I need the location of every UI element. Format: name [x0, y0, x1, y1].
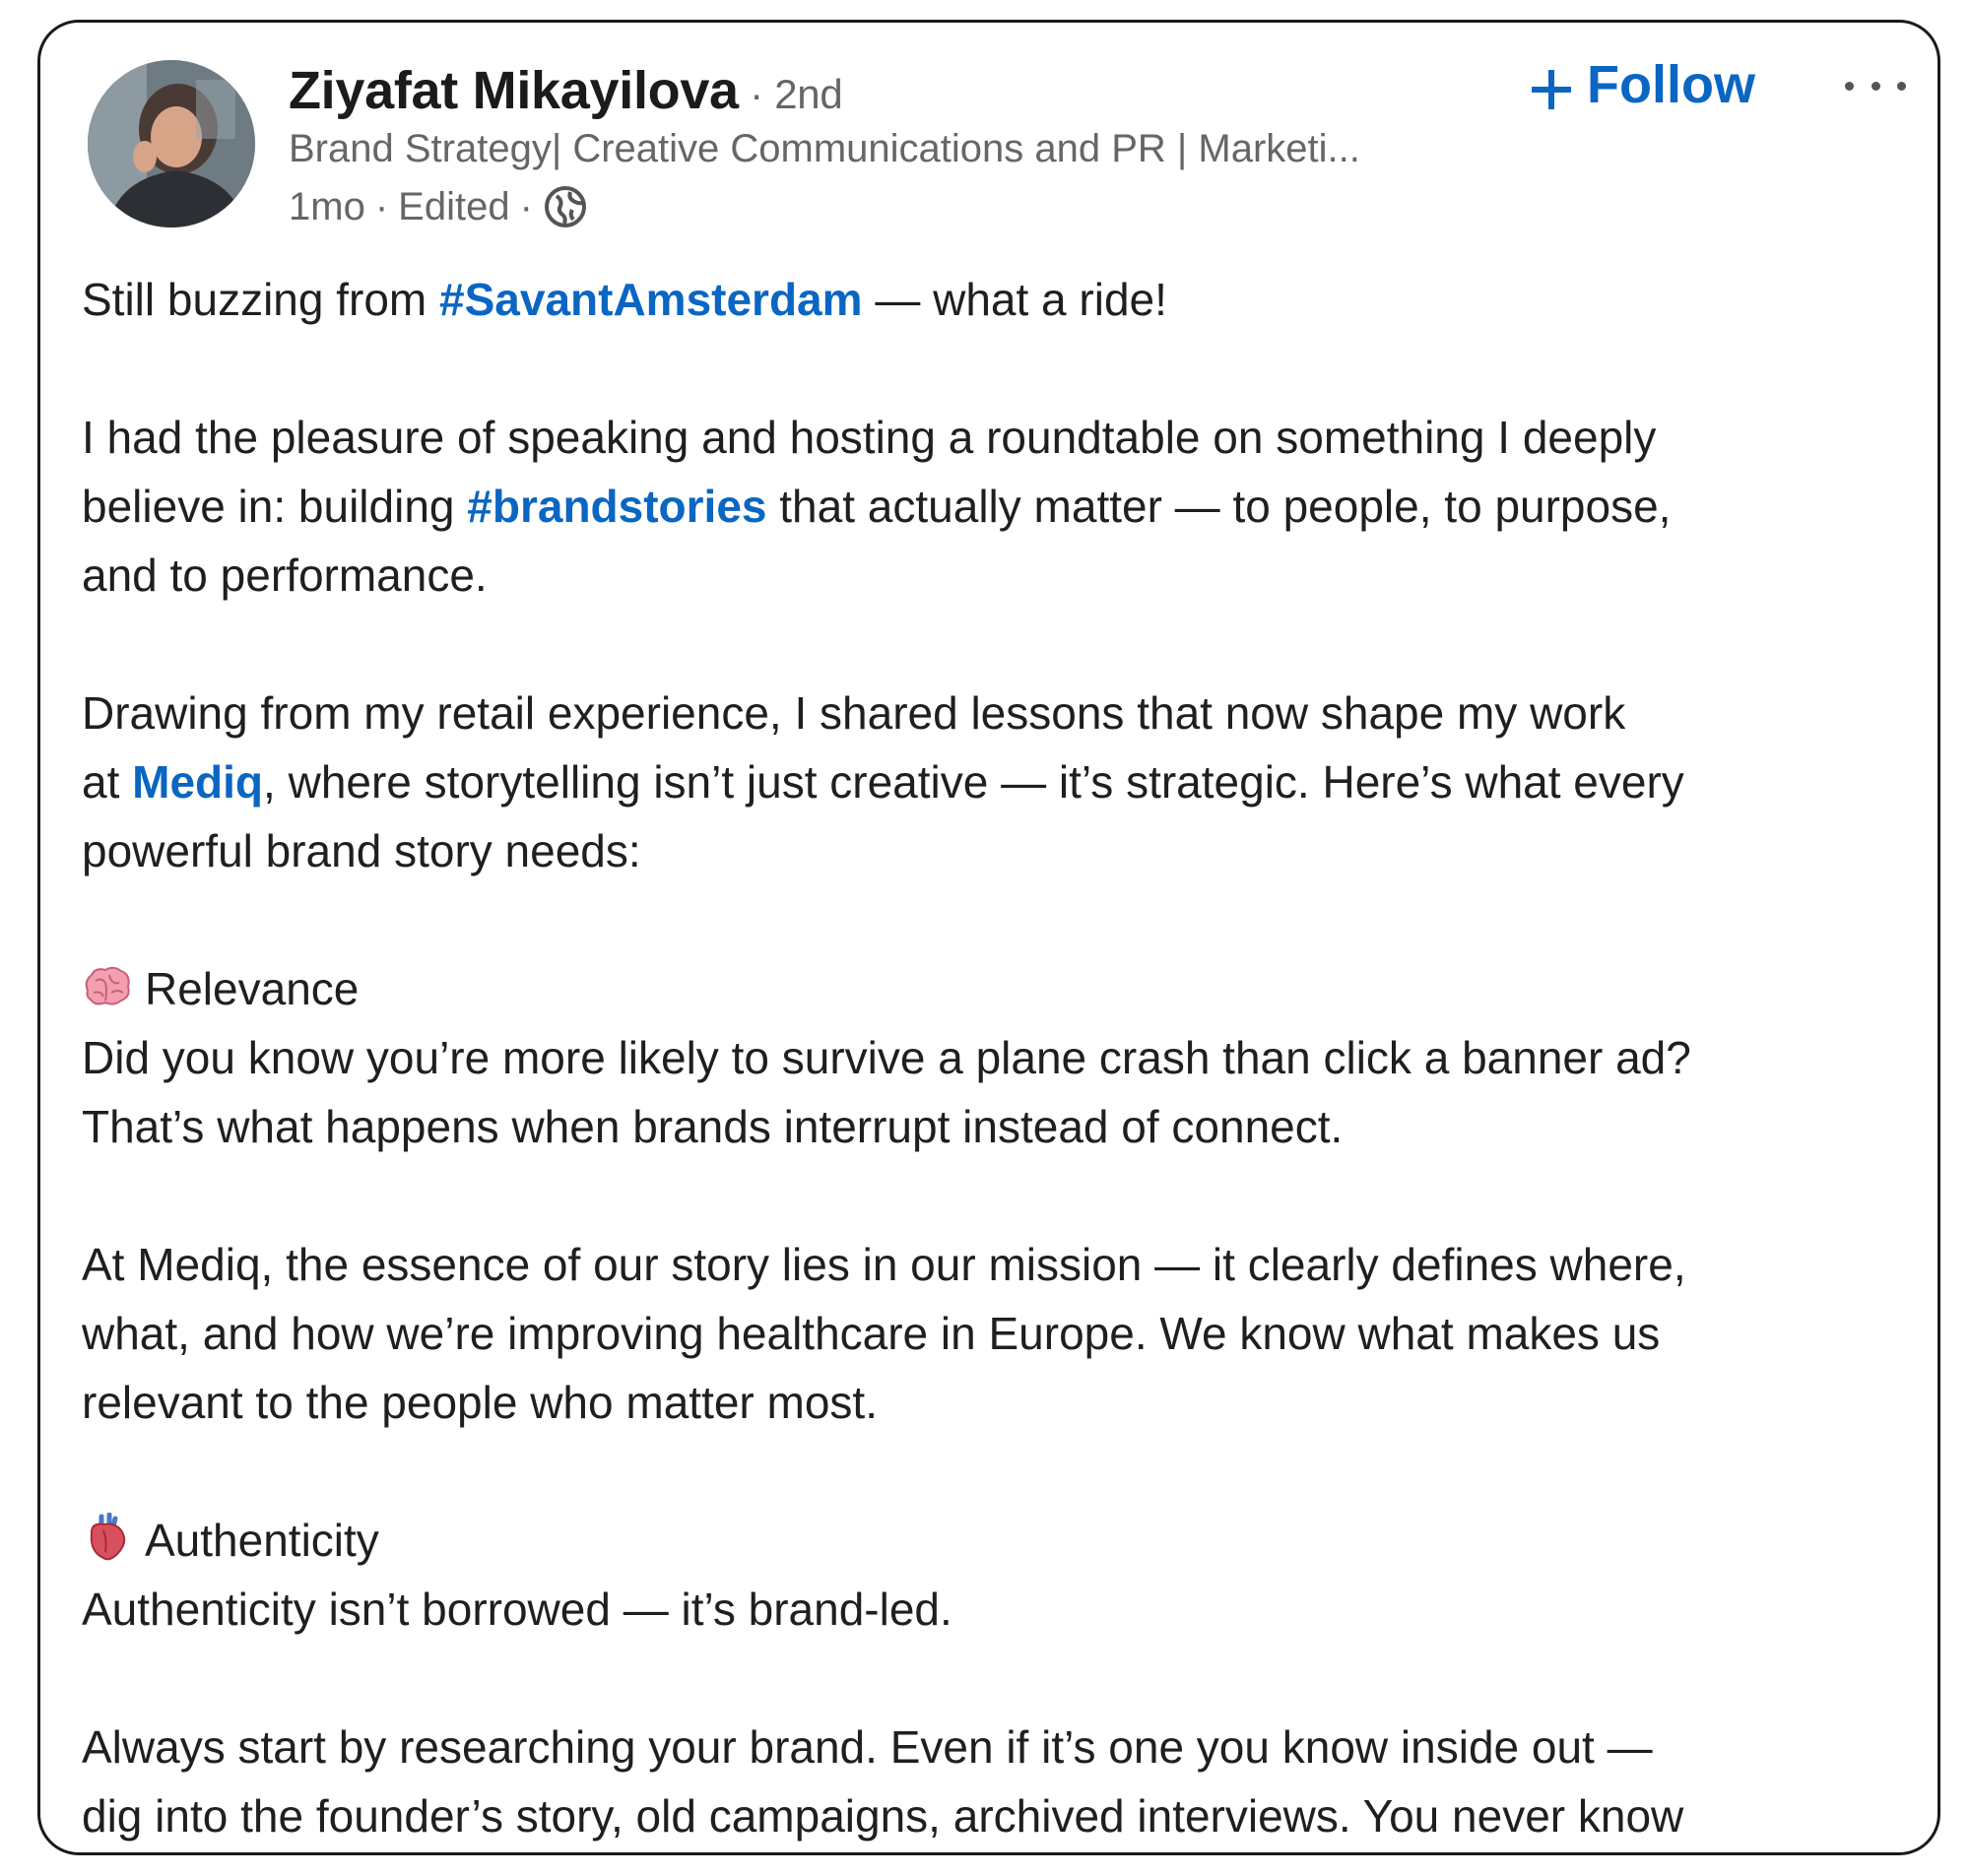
author-headline: Brand Strategy| Creative Communications … [289, 127, 1360, 170]
section-heading: Relevance [82, 954, 1914, 1023]
post-time[interactable]: 1mo [289, 185, 365, 229]
more-options-icon-dot [1871, 81, 1880, 91]
text: Still buzzing from [82, 274, 440, 325]
hashtag-link[interactable]: #SavantAmsterdam [439, 274, 863, 325]
post-line: Did you know you’re more likely to survi… [82, 1032, 1691, 1083]
plus-icon [1530, 63, 1573, 109]
text: at [82, 756, 133, 808]
brain-icon [82, 961, 133, 1012]
follow-button[interactable]: Follow [1530, 54, 1755, 115]
meta-separator: · [519, 184, 533, 228]
avatar[interactable] [88, 60, 255, 227]
connection-degree: · 2nd [738, 71, 843, 117]
globe-icon [543, 184, 588, 229]
avatar-image [88, 60, 255, 227]
post-line: powerful brand story needs: [82, 825, 641, 876]
more-options-icon-dot [1897, 81, 1906, 91]
author-name-text[interactable]: Ziyafat Mikayilova [289, 61, 739, 120]
text: that actually matter — to people, to pur… [766, 481, 1672, 532]
post-line: I had the pleasure of speaking and hosti… [82, 412, 1657, 463]
post-line: Always start by researching your brand. … [82, 1721, 1653, 1773]
follow-label: Follow [1587, 55, 1755, 114]
post-line: At Mediq, the essence of our story lies … [82, 1239, 1686, 1290]
post-line: That’s what happens when brands interrup… [82, 1101, 1344, 1152]
post-card: Ziyafat Mikayilova · 2nd Brand Strategy|… [37, 20, 1940, 1855]
section-title: Relevance [145, 963, 360, 1014]
post-line: relevant to the people who matter most. [82, 1377, 878, 1428]
more-options-icon [1845, 81, 1854, 91]
post-line: Authenticity isn’t borrowed — it’s brand… [82, 1584, 952, 1635]
edited-label: Edited [398, 184, 510, 228]
anatomical-heart-icon [82, 1512, 133, 1564]
post-line: at Mediq, where storytelling isn’t just … [82, 747, 1914, 816]
post-body: Still buzzing from #SavantAmsterdam — wh… [82, 265, 1914, 1850]
hashtag-link[interactable]: #brandstories [467, 481, 766, 532]
text: — what a ride! [862, 274, 1167, 325]
meta-separator: · [374, 184, 389, 228]
more-options-button[interactable] [1845, 66, 1906, 105]
post-line: and to performance. [82, 550, 488, 601]
post-line: dig into the founder’s story, old campai… [82, 1790, 1684, 1842]
post-line: Drawing from my retail experience, I sha… [82, 687, 1626, 739]
post-line: what, and how we’re improving healthcare… [82, 1308, 1661, 1359]
section-heading: Authenticity [82, 1506, 1914, 1575]
post-meta: 1mo · Edited · [289, 184, 588, 229]
section-title: Authenticity [145, 1515, 379, 1566]
author-name[interactable]: Ziyafat Mikayilova · 2nd [289, 60, 843, 121]
post-line: believe in: building #brandstories that … [82, 472, 1914, 541]
company-mention-link[interactable]: Mediq [132, 756, 263, 808]
post-line: Still buzzing from #SavantAmsterdam — wh… [82, 265, 1914, 334]
text: , where storytelling isn’t just creative… [263, 756, 1684, 808]
text: believe in: building [82, 481, 468, 532]
